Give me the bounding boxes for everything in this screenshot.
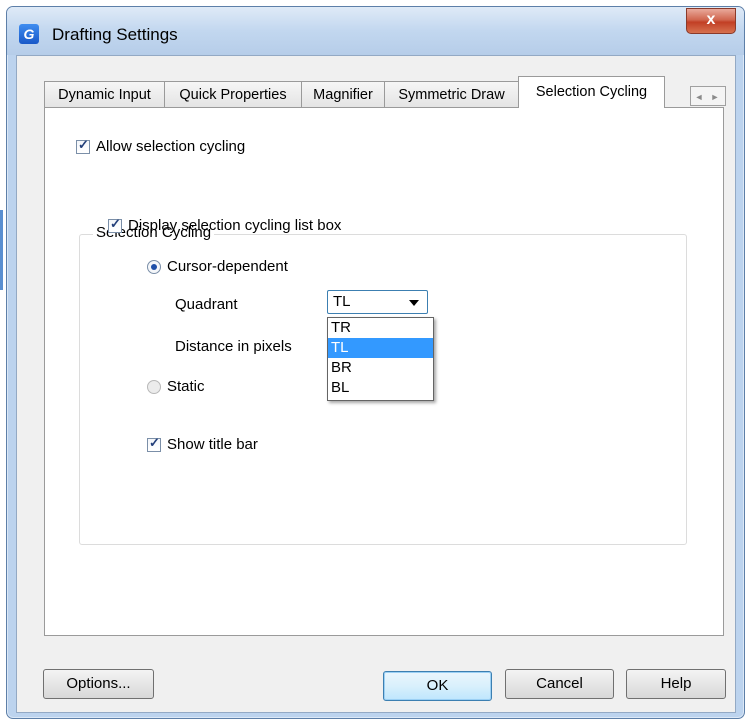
radio-dot-icon	[151, 263, 157, 270]
close-button[interactable]: x	[686, 8, 736, 34]
quadrant-select[interactable]: TL	[327, 290, 428, 314]
quadrant-option-br[interactable]: BR	[328, 358, 433, 378]
dialog-title: Drafting Settings	[52, 25, 178, 44]
cancel-button[interactable]: Cancel	[505, 669, 614, 699]
checkmark-icon: ✓	[110, 215, 121, 231]
drafting-settings-dialog: G Drafting Settings x Dynamic Input Quic…	[6, 6, 745, 719]
app-logo-icon: G	[19, 24, 39, 44]
title-bar[interactable]: G Drafting Settings x	[7, 7, 744, 55]
tab-symmetric-draw[interactable]: Symmetric Draw	[384, 81, 519, 107]
checkbox-box[interactable]: ✓	[108, 215, 122, 233]
tab-quick-properties[interactable]: Quick Properties	[164, 81, 302, 107]
tab-magnifier[interactable]: Magnifier	[301, 81, 385, 107]
help-button[interactable]: Help	[626, 669, 726, 699]
tab-scroll-right-icon[interactable]: ►	[707, 88, 723, 106]
checkbox-box[interactable]: ✓	[147, 434, 161, 452]
static-label: Static	[167, 378, 205, 395]
show-title-bar-label: Show title bar	[167, 436, 258, 453]
quadrant-label: Quadrant	[175, 296, 238, 313]
radio-button-unselected[interactable]	[147, 379, 161, 394]
chevron-down-icon[interactable]	[409, 300, 419, 306]
background-window-edge	[0, 210, 3, 290]
checkmark-icon: ✓	[149, 434, 160, 450]
allow-selection-cycling-label: Allow selection cycling	[96, 138, 246, 155]
quadrant-option-bl[interactable]: BL	[328, 378, 433, 398]
static-radio[interactable]: Static	[147, 378, 205, 395]
distance-in-pixels-label: Distance in pixels	[175, 338, 292, 355]
tab-scroll-left-icon[interactable]: ◄	[691, 88, 707, 106]
dialog-content: Dynamic Input Quick Properties Magnifier…	[16, 55, 736, 713]
quadrant-option-tl[interactable]: TL	[328, 338, 433, 358]
allow-selection-cycling-checkbox[interactable]: ✓ Allow selection cycling	[76, 136, 246, 155]
display-list-box-checkbox[interactable]: ✓ Display selection cycling list box	[108, 215, 342, 234]
display-list-box-label: Display selection cycling list box	[128, 217, 342, 234]
cursor-dependent-label: Cursor-dependent	[167, 258, 288, 275]
tab-selection-cycling[interactable]: Selection Cycling	[518, 76, 665, 108]
ok-button[interactable]: OK	[383, 671, 492, 701]
quadrant-option-tr[interactable]: TR	[328, 318, 433, 338]
show-title-bar-checkbox[interactable]: ✓ Show title bar	[147, 434, 258, 453]
checkmark-icon: ✓	[78, 136, 89, 152]
checkbox-box[interactable]: ✓	[76, 136, 90, 154]
selection-cycling-panel: ✓ Allow selection cycling Selection Cycl…	[44, 107, 724, 636]
quadrant-dropdown-list: TR TL BR BL	[327, 317, 434, 401]
tab-dynamic-input[interactable]: Dynamic Input	[44, 81, 165, 107]
radio-button-selected[interactable]	[147, 259, 161, 274]
tab-scroll-buttons: ◄ ►	[690, 86, 726, 106]
cursor-dependent-radio[interactable]: Cursor-dependent	[147, 258, 288, 275]
quadrant-selected-value: TL	[333, 293, 351, 310]
options-button[interactable]: Options...	[43, 669, 154, 699]
